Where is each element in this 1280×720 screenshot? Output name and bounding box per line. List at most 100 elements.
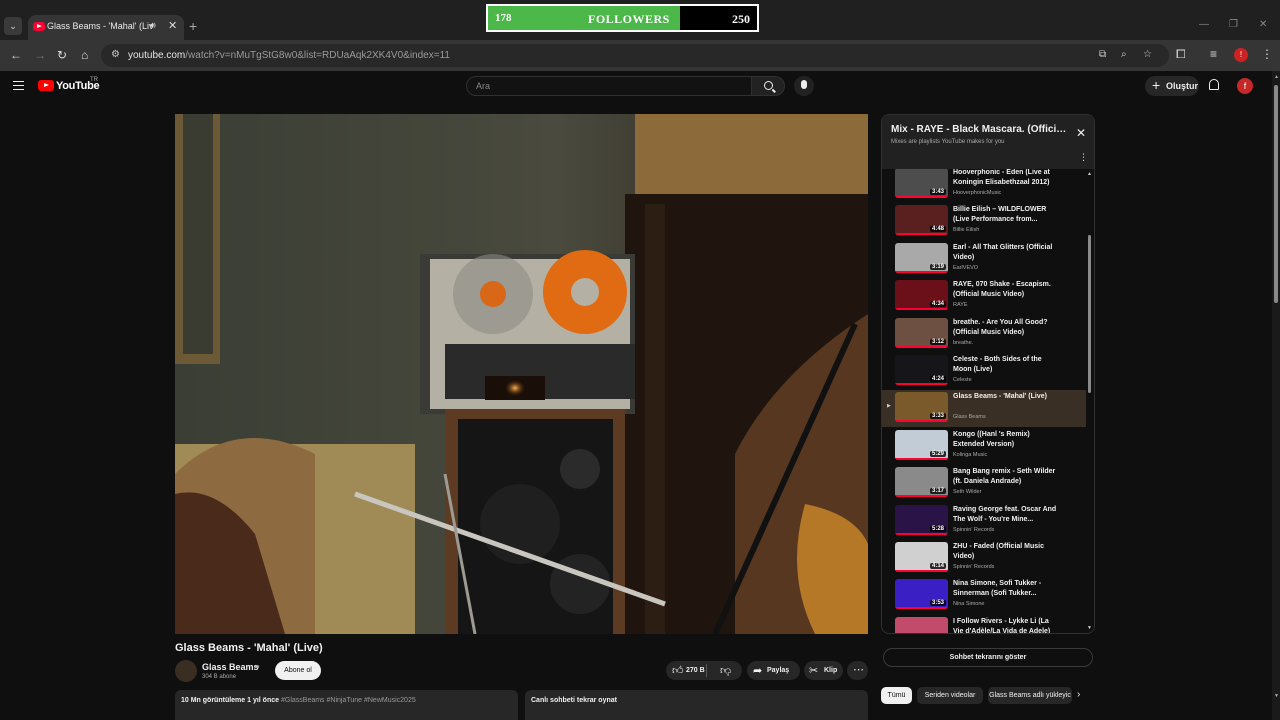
- notifications-bell-icon[interactable]: [1209, 79, 1219, 90]
- new-tab-icon[interactable]: +: [189, 18, 197, 34]
- playlist-thumbnail[interactable]: 3:12: [895, 317, 948, 348]
- scroll-down-icon[interactable]: ▼: [1087, 625, 1092, 631]
- live-chat-replay-box[interactable]: Canlı sohbeti tekrar oynat: [525, 690, 868, 720]
- chip-uploader[interactable]: Glass Beams adlı yükleyic: [988, 687, 1072, 704]
- playlist-thumbnail[interactable]: 4:14: [895, 542, 948, 572]
- home-icon[interactable]: ⌂: [81, 48, 88, 62]
- like-dislike-group: 👍︎ 270 B 👎︎: [666, 661, 742, 680]
- watched-progress-bar: [895, 196, 948, 198]
- playlist-item-channel: Spinnin' Records: [953, 526, 995, 533]
- playlist-thumbnail[interactable]: 4:34: [895, 280, 948, 311]
- voice-search-button[interactable]: [794, 76, 814, 96]
- minimize-icon[interactable]: —: [1199, 19, 1209, 30]
- page-scroll-thumb[interactable]: [1274, 85, 1278, 303]
- tab-search-chevron-icon[interactable]: ⌄: [4, 17, 22, 35]
- tab-audio-icon[interactable]: 🔊︎: [150, 20, 156, 31]
- reload-icon[interactable]: ↻: [57, 48, 67, 62]
- browser-profile-icon[interactable]: !: [1234, 48, 1248, 62]
- playlist-item-channel: breathe.: [953, 339, 974, 346]
- playlist-thumbnail[interactable]: 4:44: [895, 616, 948, 633]
- description-box[interactable]: 10 Mn görüntüleme 1 yıl önce #GlassBeams…: [175, 690, 518, 720]
- youtube-favicon-icon: [33, 22, 45, 31]
- playlist-item[interactable]: 4:24 Celeste - Both Sides of the Moon (Li…: [882, 353, 1086, 390]
- browser-tab[interactable]: Glass Beams - 'Mahal' (Liv 🔊︎ ✕: [28, 15, 184, 40]
- zoom-icon[interactable]: ⌕: [1121, 49, 1127, 60]
- bookmark-star-icon[interactable]: ☆: [1143, 49, 1152, 60]
- chip-all[interactable]: Tümü: [881, 687, 912, 704]
- playlist-item-channel: Kolinga Music: [953, 451, 988, 458]
- playlist-items: ▲ ▼ 3:43 Hooverphonic - Eden (Live at Kon…: [882, 169, 1094, 634]
- page-scroll-up-icon[interactable]: ▲: [1274, 74, 1279, 80]
- media-controls-icon[interactable]: ≡: [1210, 47, 1217, 61]
- playlist-thumbnail[interactable]: 4:48: [895, 205, 948, 236]
- hamburger-menu-icon[interactable]: [13, 81, 24, 90]
- subscribe-button[interactable]: Abone ol: [275, 661, 321, 680]
- browser-menu-icon[interactable]: ⋮: [1261, 47, 1273, 61]
- video-frame: [175, 114, 868, 634]
- window-close-icon[interactable]: ✕: [1259, 19, 1267, 30]
- playlist-thumbnail[interactable]: 3:17: [895, 467, 948, 498]
- playlist-item[interactable]: 4:34 RAYE, 070 Shake - Escapism. (Officia…: [882, 278, 1086, 315]
- chip-series[interactable]: Seriden videolar: [917, 687, 983, 704]
- more-actions-button[interactable]: ⋯: [847, 661, 868, 680]
- like-count[interactable]: 270 B: [686, 667, 705, 674]
- search-input[interactable]: Ara: [466, 76, 752, 96]
- playlist-item[interactable]: 4:44 I Follow Rivers - Lykke Li (La Vie d…: [882, 615, 1086, 634]
- video-player[interactable]: [175, 114, 868, 634]
- share-label: Paylaş: [767, 667, 790, 674]
- clip-button[interactable]: ✂ Klip: [804, 661, 843, 680]
- extensions-icon[interactable]: ⧠: [1176, 47, 1186, 62]
- playlist-thumbnail[interactable]: 4:24: [895, 355, 948, 385]
- youtube-logo-icon[interactable]: [38, 80, 54, 91]
- watched-progress-bar: [895, 457, 948, 460]
- playlist-item[interactable]: 4:48 Billie Eilish – WILDFLOWER (Live Per…: [882, 203, 1086, 240]
- site-info-icon[interactable]: ⚙︎: [111, 49, 120, 60]
- playlist-item[interactable]: 5:29 Kongo ((Hanl 's Remix) Extended Vers…: [882, 428, 1086, 465]
- playlist-thumbnail[interactable]: 3:33: [895, 392, 948, 423]
- address-bar[interactable]: ⚙︎ youtube.com/watch?v=nMuTgStG8w0&list=…: [101, 44, 1169, 67]
- playlist-panel: Mix - RAYE - Black Mascara. (Official Mu…: [881, 114, 1095, 634]
- playlist-item[interactable]: 5:28 Raving George feat. Oscar And The Wo…: [882, 503, 1086, 540]
- share-button[interactable]: ➦ Paylaş: [747, 661, 800, 680]
- duration-badge: 3:43: [929, 189, 946, 195]
- account-avatar[interactable]: f: [1237, 78, 1253, 94]
- playlist-item[interactable]: 3:43 Hooverphonic - Eden (Live at Koningi…: [882, 169, 1086, 203]
- install-app-icon[interactable]: ⧉: [1099, 49, 1106, 60]
- playlist-thumbnail[interactable]: 3:43: [895, 169, 948, 198]
- subscriber-count: 304 B abone: [202, 674, 237, 680]
- tab-close-icon[interactable]: ✕: [168, 19, 177, 32]
- playlist-thumbnail[interactable]: 3:53: [895, 579, 948, 610]
- playlist-item-title: I Follow Rivers - Lykke Li (La Vie d'Adè…: [953, 617, 1051, 634]
- playlist-thumbnail[interactable]: 5:29: [895, 429, 948, 460]
- more-vertical-icon[interactable]: ⋮: [1079, 152, 1088, 163]
- page-scroll-down-icon[interactable]: ▼: [1274, 693, 1279, 699]
- search-button[interactable]: [751, 76, 785, 96]
- playlist-item[interactable]: 3:17 Bang Bang remix - Seth Wilder (ft. D…: [882, 465, 1086, 502]
- channel-name[interactable]: Glass Beams: [202, 662, 259, 672]
- playlist-item-title: Celeste - Both Sides of the Moon (Live): [953, 356, 1042, 373]
- close-icon[interactable]: ✕: [1076, 126, 1086, 140]
- playlist-item[interactable]: 3:12 breathe. - Are You All Good? (Offici…: [882, 316, 1086, 353]
- create-button[interactable]: + Oluştur: [1145, 76, 1199, 96]
- region-code: TR: [90, 77, 98, 83]
- restore-icon[interactable]: ❐: [1229, 19, 1238, 30]
- page-scrollbar[interactable]: ▲ ▼: [1272, 71, 1280, 720]
- playlist-item[interactable]: 3:53 Nina Simone, Sofi Tukker - Sinnerman…: [882, 577, 1086, 614]
- show-chat-replay-button[interactable]: Sohbet tekrarını göster: [883, 648, 1093, 667]
- playlist-scroll-thumb[interactable]: [1088, 235, 1091, 393]
- back-icon[interactable]: ←: [10, 48, 22, 62]
- forward-icon[interactable]: →: [34, 48, 46, 62]
- playlist-thumbnail[interactable]: 3:19: [895, 242, 948, 273]
- playlist-item-current[interactable]: ▶ 3:33 Glass Beams - 'Mahal' (Live) Glass B…: [882, 390, 1086, 428]
- playlist-thumbnail[interactable]: 5:28: [895, 504, 948, 535]
- like-icon[interactable]: 👍︎: [672, 664, 684, 677]
- like-divider: [706, 664, 707, 677]
- playlist-title[interactable]: Mix - RAYE - Black Mascara. (Official Mu…: [891, 124, 1071, 135]
- dislike-icon[interactable]: 👎︎: [720, 664, 731, 677]
- playlist-item[interactable]: 4:14 ZHU - Faded (Official Music Video) Sp…: [882, 540, 1086, 577]
- playlist-item[interactable]: 3:19 Earl - All That Glitters (Official V…: [882, 241, 1086, 278]
- chevron-right-icon[interactable]: ›: [1077, 689, 1080, 700]
- scroll-up-icon[interactable]: ▲: [1087, 171, 1092, 177]
- channel-avatar[interactable]: [175, 660, 197, 682]
- youtube-header: YouTube TR Ara + Oluştur f: [0, 71, 1272, 101]
